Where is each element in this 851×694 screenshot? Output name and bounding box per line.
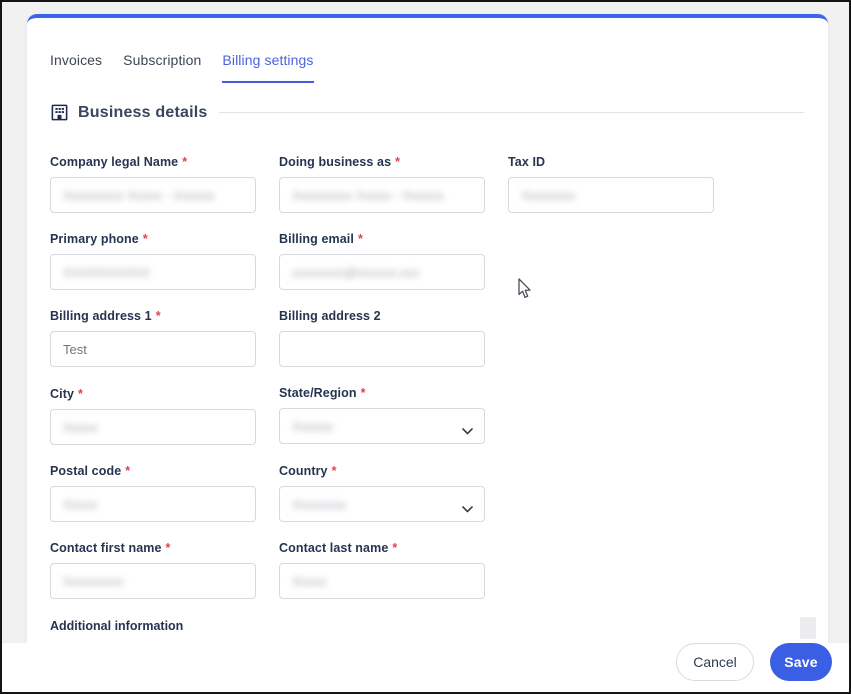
tab-subscription[interactable]: Subscription: [123, 52, 201, 83]
required-asterisk: *: [395, 155, 400, 169]
field-city: City * Xxxxx: [50, 387, 256, 445]
billing-email-label: Billing email: [279, 232, 354, 246]
field-billing-address-2: Billing address 2: [279, 309, 485, 367]
country-label: Country: [279, 464, 328, 478]
redacted-value: Xxxxx: [63, 420, 98, 435]
field-contact-first-name: Contact first name * Xxxxxxxxx: [50, 541, 256, 599]
field-billing-email: Billing email * xxxxxxxx@xxxxxx.xxx: [279, 232, 485, 290]
field-country: Country * Xxxxxxxx: [279, 464, 485, 522]
redacted-value: Xxxxxxxxx: [63, 574, 124, 589]
building-icon: [50, 103, 69, 122]
redacted-value: Xxxxxxxxx Xxxxx - Xxxxxx: [63, 188, 215, 203]
company-legal-name-label: Company legal Name: [50, 155, 178, 169]
postal-code-input[interactable]: Xxxxx: [50, 486, 256, 522]
required-asterisk: *: [166, 541, 171, 555]
required-asterisk: *: [125, 464, 130, 478]
additional-information-label: Additional information: [50, 619, 183, 633]
required-asterisk: *: [156, 309, 161, 323]
scrollbar-thumb[interactable]: [800, 617, 816, 639]
tax-id-label: Tax ID: [508, 155, 545, 169]
tab-billing-settings[interactable]: Billing settings: [222, 52, 313, 83]
state-region-select[interactable]: Xxxxxx: [279, 408, 485, 444]
contact-first-name-label: Contact first name: [50, 541, 162, 555]
required-asterisk: *: [361, 386, 366, 400]
required-asterisk: *: [392, 541, 397, 555]
chevron-down-icon: [462, 501, 473, 516]
cancel-button[interactable]: Cancel: [676, 643, 754, 681]
doing-business-as-label: Doing business as: [279, 155, 391, 169]
billing-address-2-input[interactable]: [279, 331, 485, 367]
section-divider: [219, 112, 804, 113]
footer-bar: Cancel Save: [2, 643, 849, 692]
redacted-value: XXXXXXXXXX: [63, 265, 150, 280]
redacted-value: Xxxxx: [63, 497, 98, 512]
required-asterisk: *: [358, 232, 363, 246]
billing-email-input[interactable]: xxxxxxxx@xxxxxx.xxx: [279, 254, 485, 290]
billing-address-1-input[interactable]: Test: [50, 331, 256, 367]
required-asterisk: *: [78, 387, 83, 401]
primary-phone-input[interactable]: XXXXXXXXXX: [50, 254, 256, 290]
country-select[interactable]: Xxxxxxxx: [279, 486, 485, 522]
field-primary-phone: Primary phone * XXXXXXXXXX: [50, 232, 256, 290]
redacted-value: Xxxxxxxx: [521, 188, 575, 203]
billing-address-1-label: Billing address 1: [50, 309, 152, 323]
required-asterisk: *: [332, 464, 337, 478]
section-title: Business details: [78, 104, 207, 122]
required-asterisk: *: [143, 232, 148, 246]
billing-settings-screen: Invoices Subscription Billing settings B…: [0, 0, 851, 694]
contact-last-name-input[interactable]: Xxxxx: [279, 563, 485, 599]
city-input[interactable]: Xxxxx: [50, 409, 256, 445]
postal-code-label: Postal code: [50, 464, 121, 478]
tab-invoices[interactable]: Invoices: [50, 52, 102, 83]
city-label: City: [50, 387, 74, 401]
save-button[interactable]: Save: [770, 643, 832, 681]
contact-first-name-input[interactable]: Xxxxxxxxx: [50, 563, 256, 599]
redacted-value: xxxxxxxx@xxxxxx.xxx: [292, 265, 419, 280]
field-contact-last-name: Contact last name * Xxxxx: [279, 541, 485, 599]
input-value: Test: [63, 342, 87, 357]
redacted-value: Xxxxxxxx: [292, 497, 346, 512]
business-details-header: Business details: [50, 103, 804, 122]
state-region-label: State/Region: [279, 386, 357, 400]
field-billing-address-1: Billing address 1 * Test: [50, 309, 256, 367]
field-tax-id: Tax ID Xxxxxxxx: [508, 155, 714, 213]
redacted-value: Xxxxxx: [292, 419, 333, 434]
tab-bar: Invoices Subscription Billing settings: [50, 52, 314, 83]
required-asterisk: *: [182, 155, 187, 169]
primary-phone-label: Primary phone: [50, 232, 139, 246]
field-company-legal-name: Company legal Name * Xxxxxxxxx Xxxxx - Xx…: [50, 155, 256, 213]
company-legal-name-input[interactable]: Xxxxxxxxx Xxxxx - Xxxxxx: [50, 177, 256, 213]
billing-address-2-label: Billing address 2: [279, 309, 381, 323]
contact-last-name-label: Contact last name: [279, 541, 388, 555]
field-doing-business-as: Doing business as * Xxxxxxxxx Xxxxx - Xxx…: [279, 155, 485, 213]
field-postal-code: Postal code * Xxxxx: [50, 464, 256, 522]
field-state-region: State/Region * Xxxxxx: [279, 386, 485, 444]
redacted-value: Xxxxx: [292, 574, 327, 589]
doing-business-as-input[interactable]: Xxxxxxxxx Xxxxx - Xxxxxx: [279, 177, 485, 213]
redacted-value: Xxxxxxxxx Xxxxx - Xxxxxx: [292, 188, 444, 203]
chevron-down-icon: [462, 423, 473, 438]
tax-id-input[interactable]: Xxxxxxxx: [508, 177, 714, 213]
